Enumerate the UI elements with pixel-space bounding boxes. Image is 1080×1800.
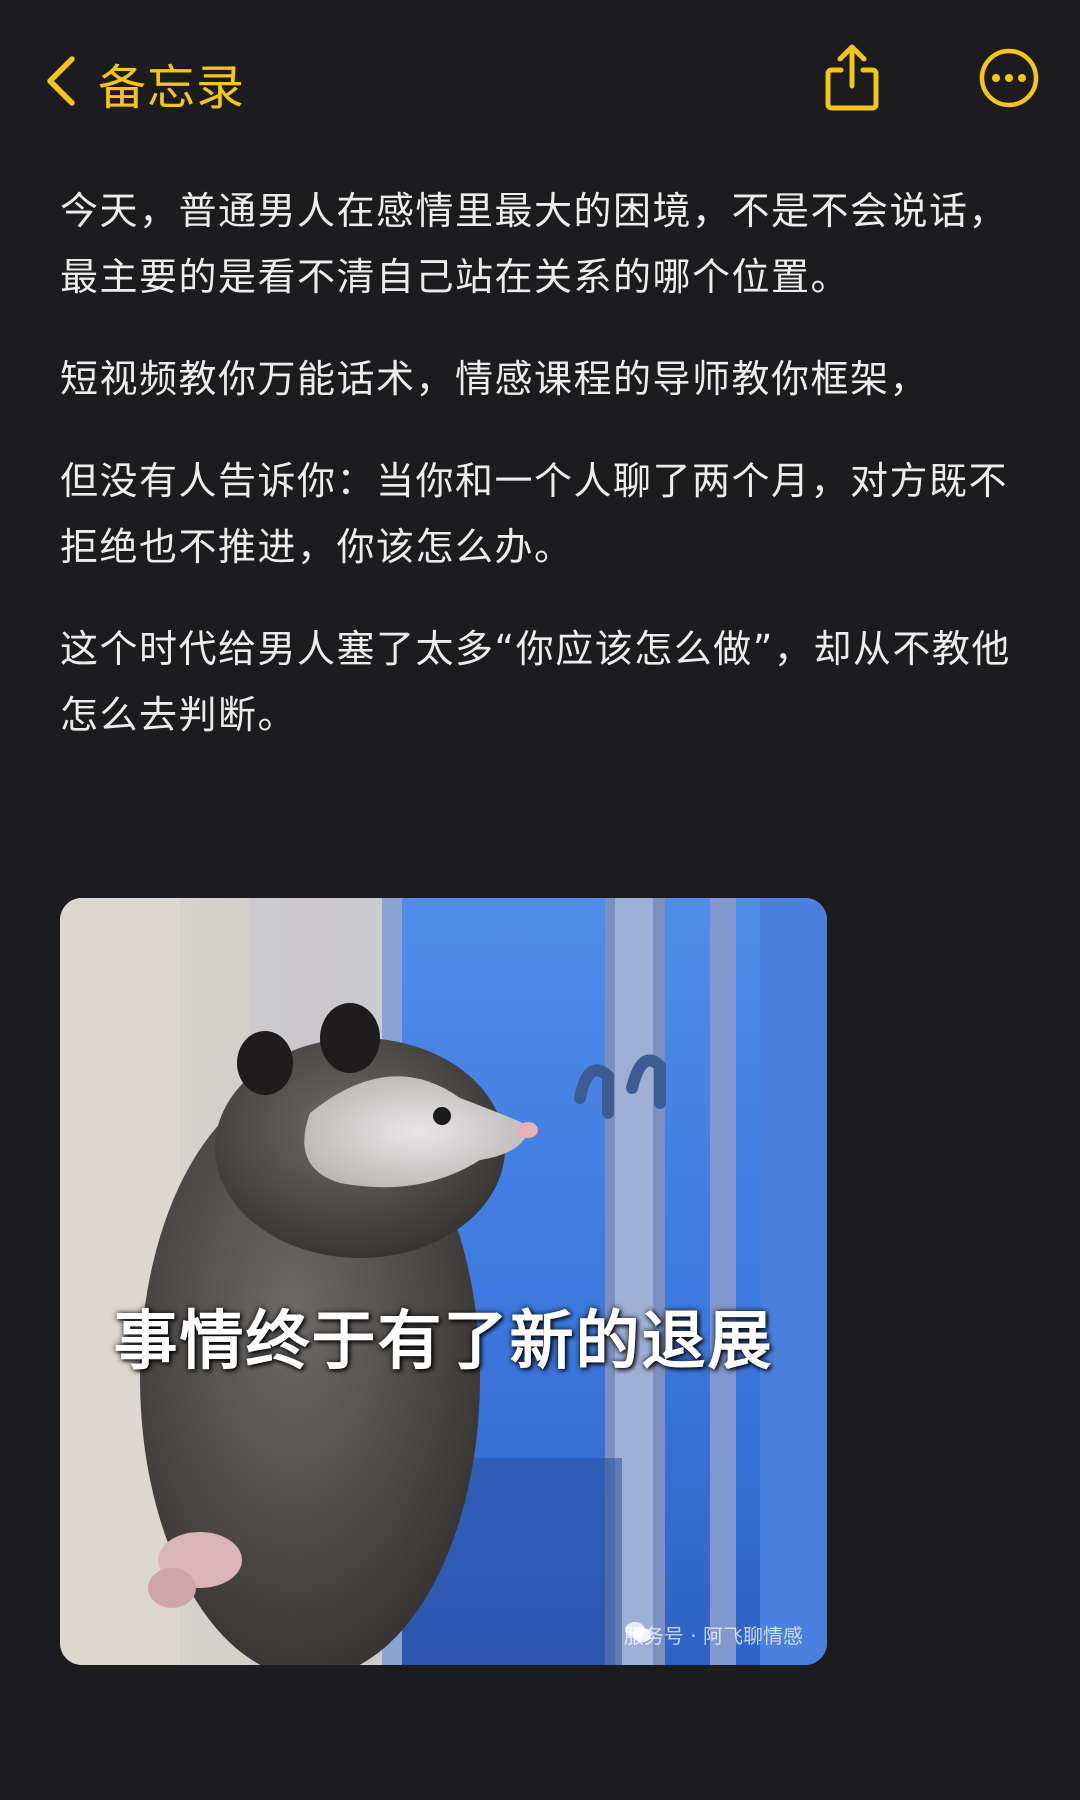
- back-label: 备忘录: [98, 60, 246, 116]
- opossum-window-picture: [60, 898, 827, 1665]
- note-paragraph: 今天，普通男人在感情里最大的困境，不是不会说话，最主要的是看不清自己站在关系的哪…: [60, 189, 1009, 299]
- back-button[interactable]: 备忘录: [44, 48, 245, 118]
- image-caption: 事情终于有了新的退展: [113, 1305, 774, 1379]
- note-image[interactable]: 事情终于有了新的退展 服务号 · 阿飞聊情感: [60, 898, 827, 1665]
- share-button[interactable]: [820, 42, 884, 118]
- navigation-bar: 备忘录: [0, 0, 1080, 165]
- note-body[interactable]: 今天，普通男人在感情里最大的困境，不是不会说话，最主要的是看不清自己站在关系的哪…: [60, 178, 1030, 784]
- chevron-left-icon: [44, 55, 78, 111]
- note-paragraph: 这个时代给男人塞了太多“你应该怎么做”，却从不教他怎么去判断。: [60, 627, 1011, 737]
- more-button[interactable]: [973, 42, 1045, 118]
- note-paragraph: 但没有人告诉你：当你和一个人聊了两个月，对方既不拒绝也不推进，你该怎么办。: [60, 459, 1009, 569]
- share-icon: [822, 42, 882, 118]
- more-icon: [978, 47, 1040, 113]
- note-paragraph: 短视频教你万能话术，情感课程的导师教你框架，: [60, 357, 930, 401]
- image-watermark: 服务号 · 阿飞聊情感: [624, 1620, 803, 1649]
